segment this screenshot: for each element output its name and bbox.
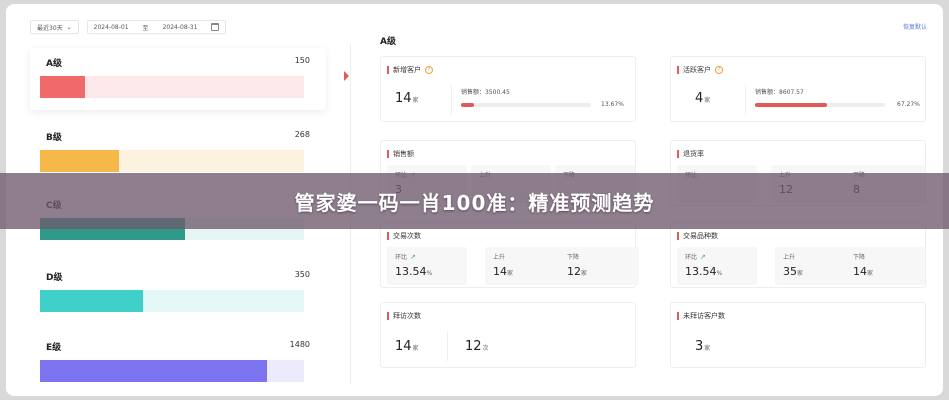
sales-percent: 67.27%	[897, 101, 920, 108]
help-icon[interactable]: ?	[425, 66, 433, 74]
card-unvisited[interactable]: 未拜访客户数 3家	[670, 302, 926, 368]
stat-cell: 下降 14家	[845, 247, 925, 285]
card-active-customers[interactable]: 活跃客户? 4家 销售额：8607.57 67.27%	[670, 56, 926, 122]
level-bar-fill	[40, 76, 85, 98]
section-title: A级	[380, 37, 396, 47]
level-bar-fill	[40, 360, 268, 382]
card-title: 活跃客户	[683, 66, 711, 74]
range-label: 最近30天	[37, 24, 63, 32]
level-row[interactable]: E级 1480	[30, 332, 326, 394]
restore-default-link[interactable]: 恢复默认	[903, 22, 927, 31]
level-row[interactable]: A级 150	[30, 48, 326, 110]
sales-progress	[755, 103, 885, 107]
card-title: 新增客户	[393, 66, 421, 74]
card-title: 交易品种数	[683, 232, 718, 240]
new-customer-count: 14家	[395, 91, 419, 106]
card-title: 交易次数	[393, 232, 421, 240]
card-title: 拜访次数	[393, 312, 421, 320]
title-banner: 管家婆一码一肖100准：精准预测趋势	[0, 173, 949, 229]
date-from: 2024-08-01	[93, 23, 129, 31]
card-title: 未拜访客户数	[683, 312, 725, 320]
stat-cell: 上升 14家	[485, 247, 565, 285]
level-name: A级	[46, 59, 62, 69]
sales-percent: 13.67%	[601, 101, 624, 108]
card-visits[interactable]: 拜访次数 14家 12次	[380, 302, 636, 368]
card-mark	[387, 66, 389, 74]
card-new-customers[interactable]: 新增客户? 14家 销售额：3500.45 13.67%	[380, 56, 636, 122]
trend-up-icon: ↗	[410, 252, 416, 261]
date-range-picker[interactable]: 2024-08-01 至 2024-08-31	[86, 20, 227, 34]
sales-label: 销售额：8607.57	[755, 89, 804, 96]
stat-cell: 下降 12家	[559, 247, 639, 285]
level-value: 1480	[289, 340, 310, 349]
visit-count-a: 14家	[395, 339, 419, 354]
active-indicator	[344, 71, 349, 81]
trend-up-icon: ↗	[700, 252, 706, 261]
banner-text: 管家婆一码一肖100准：精准预测趋势	[294, 190, 655, 215]
level-name: D级	[46, 273, 63, 283]
visit-count-b: 12次	[465, 339, 489, 354]
range-select[interactable]: 最近30天 ⌄	[30, 20, 79, 34]
active-customer-count: 4家	[695, 91, 711, 106]
stat-cell: 环比 ↗ 13.54%	[677, 247, 757, 285]
card-trade-count[interactable]: 交易次数 环比 ↗ 13.54% 上升 14家 下降 12家	[380, 222, 639, 288]
date-separator: 至	[142, 24, 149, 32]
card-title: 销售额	[393, 150, 414, 158]
level-bar-fill	[40, 150, 120, 172]
stat-cell: 上升 35家	[775, 247, 855, 285]
stat-cell: 环比 ↗ 13.54%	[387, 247, 467, 285]
level-bar-track	[40, 150, 304, 172]
card-title: 退货率	[683, 150, 704, 158]
date-to: 2024-08-31	[162, 23, 198, 31]
level-row[interactable]: D级 350	[30, 262, 326, 324]
card-trade-variety[interactable]: 交易品种数 环比 ↗ 13.54% 上升 35家 下降 14家	[670, 222, 926, 288]
level-name: E级	[46, 343, 62, 353]
sales-progress	[461, 103, 591, 107]
sales-label: 销售额：3500.45	[461, 89, 510, 96]
level-bar-track	[40, 76, 304, 98]
level-bar-fill	[40, 290, 143, 312]
level-bar-track	[40, 360, 304, 382]
level-value: 268	[294, 130, 310, 139]
chevron-down-icon: ⌄	[66, 23, 72, 31]
unvisited-count: 3家	[695, 339, 711, 354]
level-value: 350	[294, 270, 310, 279]
calendar-icon	[211, 23, 220, 31]
level-bar-track	[40, 290, 304, 312]
help-icon[interactable]: ?	[715, 66, 723, 74]
level-value: 150	[294, 56, 310, 65]
level-name: B级	[46, 133, 62, 143]
filter-bar: 最近30天 ⌄ 2024-08-01 至 2024-08-31	[30, 18, 227, 36]
